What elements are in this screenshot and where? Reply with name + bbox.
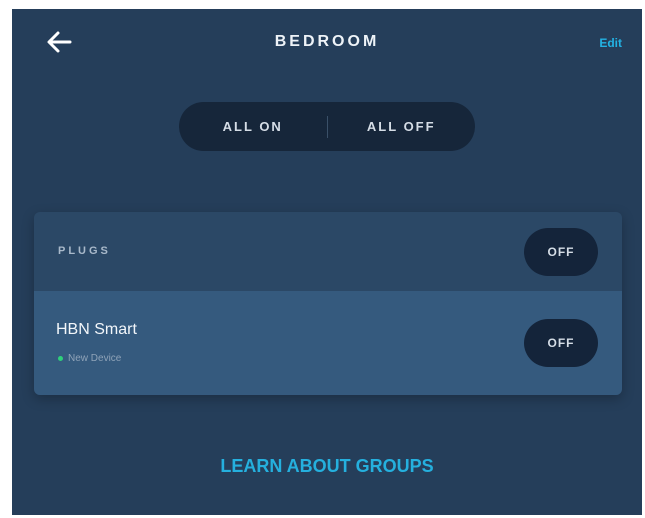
page-title: BEDROOM: [274, 33, 380, 50]
status-dot-icon: [58, 356, 63, 361]
device-status: New Device: [58, 353, 121, 364]
all-off-button[interactable]: ALL OFF: [328, 102, 476, 151]
device-name: HBN Smart: [56, 321, 137, 338]
device-status-text: New Device: [68, 353, 122, 364]
edit-button[interactable]: Edit: [599, 36, 622, 50]
all-on-off-toggle: ALL ON ALL OFF: [179, 102, 475, 151]
learn-about-groups-link[interactable]: LEARN ABOUT GROUPS: [12, 456, 642, 477]
plugs-card: PLUGS OFF HBN Smart New Device OFF: [34, 212, 622, 395]
header: BEDROOM Edit: [12, 9, 642, 77]
group-screen: BEDROOM Edit ALL ON ALL OFF PLUGS OFF HB…: [12, 9, 642, 515]
device-toggle[interactable]: OFF: [524, 319, 598, 367]
section-label: PLUGS: [58, 245, 111, 257]
plugs-group-toggle[interactable]: OFF: [524, 228, 598, 276]
plugs-section-header: PLUGS OFF: [34, 212, 622, 291]
all-on-button[interactable]: ALL ON: [179, 102, 327, 151]
device-row[interactable]: HBN Smart New Device OFF: [34, 291, 622, 395]
